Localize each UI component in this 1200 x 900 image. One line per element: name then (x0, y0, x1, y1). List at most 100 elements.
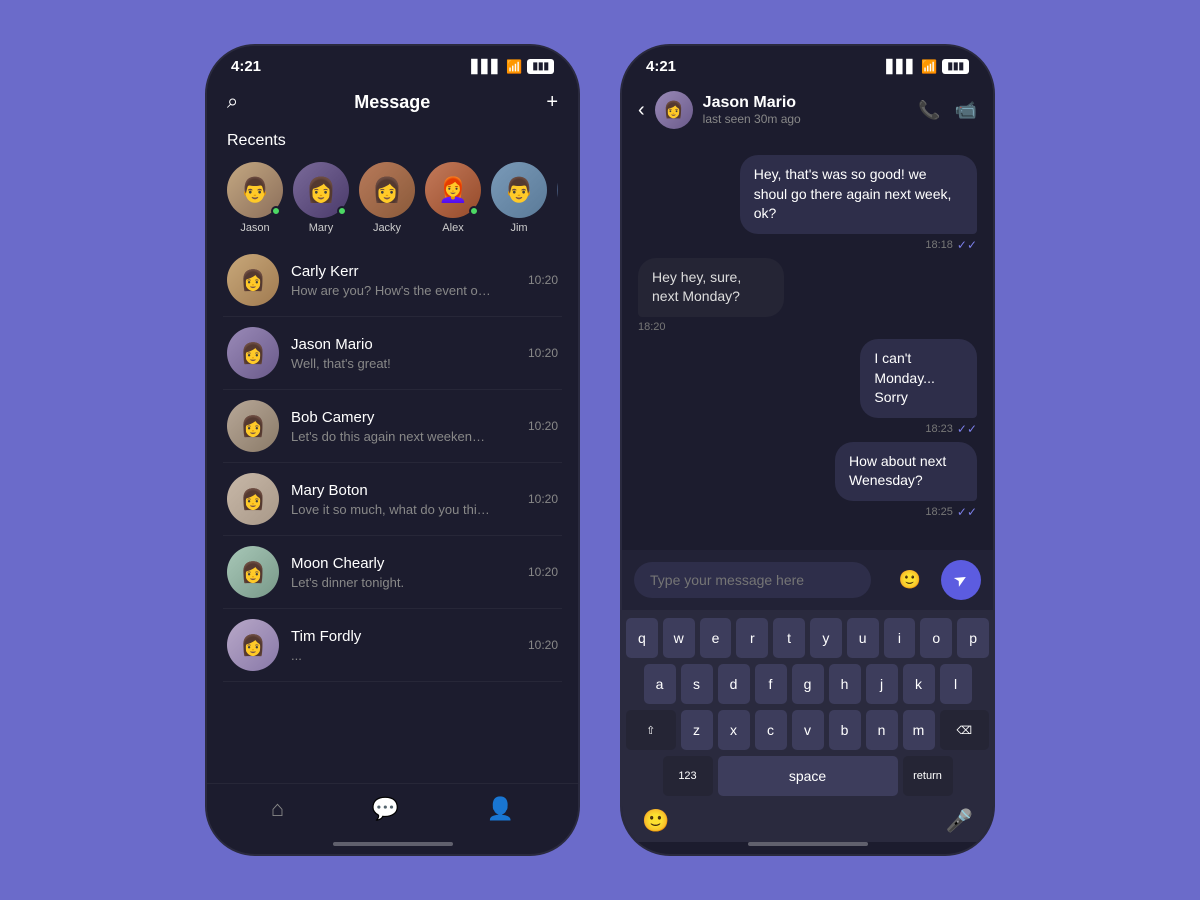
recent-name-jason: Jason (240, 222, 269, 234)
chat-tim[interactable]: 👩 Tim Fordly ... 10:20 (223, 609, 562, 682)
header-title: Message (354, 92, 430, 113)
chat-name-maryb: Mary Boton (291, 482, 516, 499)
recent-avatar-wrap-alex: 👩‍🦰 (425, 162, 481, 218)
tab-profile-icon[interactable]: 👤 (487, 796, 514, 822)
key-u[interactable]: u (847, 618, 879, 658)
key-j[interactable]: j (866, 664, 898, 704)
recent-avatar-jim: 👨 (491, 162, 547, 218)
key-d[interactable]: d (718, 664, 750, 704)
key-t[interactable]: t (773, 618, 805, 658)
send-icon: ➤ (950, 568, 972, 592)
chat-preview-moon: Let's dinner tonight. (291, 575, 491, 590)
chat-time-tim: 10:20 (528, 638, 558, 652)
emoji-icon-input[interactable]: 🙂 (899, 570, 921, 591)
key-q[interactable]: q (626, 618, 658, 658)
key-b[interactable]: b (829, 710, 861, 750)
key-s[interactable]: s (681, 664, 713, 704)
message-input[interactable] (634, 562, 871, 598)
chat-moon[interactable]: 👩 Moon Chearly Let's dinner tonight. 10:… (223, 536, 562, 609)
key-e[interactable]: e (700, 618, 732, 658)
recent-avatar-wrap-mary: 👩 (293, 162, 349, 218)
chat-jason[interactable]: 👩 Jason Mario Well, that's great! 10:20 (223, 317, 562, 390)
phone-call-icon[interactable]: 📞 (918, 100, 940, 121)
status-time-2: 4:21 (646, 58, 676, 75)
status-bar-1: 4:21 ▋▋▋ 📶 ▮▮▮ (207, 46, 578, 81)
msg-meta-recv-1: 18:20 (638, 321, 666, 333)
key-y[interactable]: y (810, 618, 842, 658)
key-l[interactable]: l (940, 664, 972, 704)
keyboard-row-2: a s d f g h j k l (626, 664, 989, 704)
recent-timmy[interactable]: 👨 Timmy (557, 162, 558, 234)
recent-alex[interactable]: 👩‍🦰 Alex (425, 162, 481, 234)
key-123[interactable]: 123 (663, 756, 713, 796)
tab-home-icon[interactable]: ⌂ (271, 796, 284, 822)
wifi-icon-2: 📶 (921, 59, 937, 75)
keyboard-row-3: ⇧ z x c v b n m ⌫ (626, 710, 989, 750)
tab-messages-icon[interactable]: 💬 (372, 796, 399, 822)
chat-time-moon: 10:20 (528, 565, 558, 579)
home-bar-2 (748, 842, 868, 846)
key-a[interactable]: a (644, 664, 676, 704)
chat-avatar-jason: 👩 (227, 327, 279, 379)
chat-carly[interactable]: 👩 Carly Kerr How are you? How's the even… (223, 244, 562, 317)
key-z[interactable]: z (681, 710, 713, 750)
chat-preview-jason: Well, that's great! (291, 356, 491, 371)
key-v[interactable]: v (792, 710, 824, 750)
key-i[interactable]: i (884, 618, 916, 658)
key-w[interactable]: w (663, 618, 695, 658)
recent-avatar-wrap-jacky: 👩 (359, 162, 415, 218)
online-dot-jason (271, 206, 281, 216)
chat-preview-maryb: Love it so much, what do you think? (291, 502, 491, 517)
double-tick-2: ✓✓ (957, 422, 977, 436)
chat-avatar-carly: 👩 (227, 254, 279, 306)
chat-info-carly: Carly Kerr How are you? How's the event … (291, 263, 516, 298)
key-o[interactable]: o (920, 618, 952, 658)
recent-avatar-timmy: 👨 (557, 162, 558, 218)
key-c[interactable]: c (755, 710, 787, 750)
recents-title: Recents (227, 132, 558, 150)
chat-time-maryb: 10:20 (528, 492, 558, 506)
send-button[interactable]: ➤ (941, 560, 981, 600)
chat-preview-bob: Let's do this again next weekend, you ok… (291, 429, 491, 444)
key-backspace[interactable]: ⌫ (940, 710, 990, 750)
msg-time-sent-3: 18:25 (925, 506, 953, 518)
key-f[interactable]: f (755, 664, 787, 704)
message-input-area: 🙂 ➤ (622, 550, 993, 610)
key-return[interactable]: return (903, 756, 953, 796)
chat-avatar-moon: 👩 (227, 546, 279, 598)
chat-bob[interactable]: 👩 Bob Camery Let's do this again next we… (223, 390, 562, 463)
search-icon[interactable]: ⌕ (227, 91, 238, 114)
chat-list: 👩 Carly Kerr How are you? How's the even… (207, 244, 578, 783)
add-icon[interactable]: + (546, 91, 558, 114)
back-button[interactable]: ‹ (638, 99, 645, 122)
key-r[interactable]: r (736, 618, 768, 658)
key-p[interactable]: p (957, 618, 989, 658)
chat-preview-carly: How are you? How's the event on the last… (291, 283, 491, 298)
key-k[interactable]: k (903, 664, 935, 704)
emoji-keyboard-icon[interactable]: 🙂 (642, 808, 669, 834)
key-x[interactable]: x (718, 710, 750, 750)
chat-time-bob: 10:20 (528, 419, 558, 433)
microphone-icon[interactable]: 🎤 (946, 808, 973, 834)
recent-jim[interactable]: 👨 Jim (491, 162, 547, 234)
key-m[interactable]: m (903, 710, 935, 750)
recent-mary[interactable]: 👩 Mary (293, 162, 349, 234)
recent-jason[interactable]: 👨 Jason (227, 162, 283, 234)
msg-time-sent-2: 18:23 (925, 423, 953, 435)
video-call-icon[interactable]: 📹 (955, 100, 977, 121)
recent-name-alex: Alex (442, 222, 463, 234)
chat-maryb[interactable]: 👩 Mary Boton Love it so much, what do yo… (223, 463, 562, 536)
tab-bar: ⌂ 💬 👤 (207, 783, 578, 842)
key-space[interactable]: space (718, 756, 898, 796)
recent-jacky[interactable]: 👩 Jacky (359, 162, 415, 234)
msg-meta-sent-2: 18:23 ✓✓ (925, 422, 977, 436)
phone-messages: 4:21 ▋▋▋ 📶 ▮▮▮ ⌕ Message + Recents 👨 (205, 44, 580, 856)
key-g[interactable]: g (792, 664, 824, 704)
status-icons-1: ▋▋▋ 📶 ▮▮▮ (471, 59, 554, 75)
key-n[interactable]: n (866, 710, 898, 750)
chat-info-jason: Jason Mario Well, that's great! (291, 336, 516, 371)
message-input-wrap: 🙂 (634, 562, 933, 598)
key-shift[interactable]: ⇧ (626, 710, 676, 750)
key-h[interactable]: h (829, 664, 861, 704)
recent-name-jacky: Jacky (373, 222, 401, 234)
